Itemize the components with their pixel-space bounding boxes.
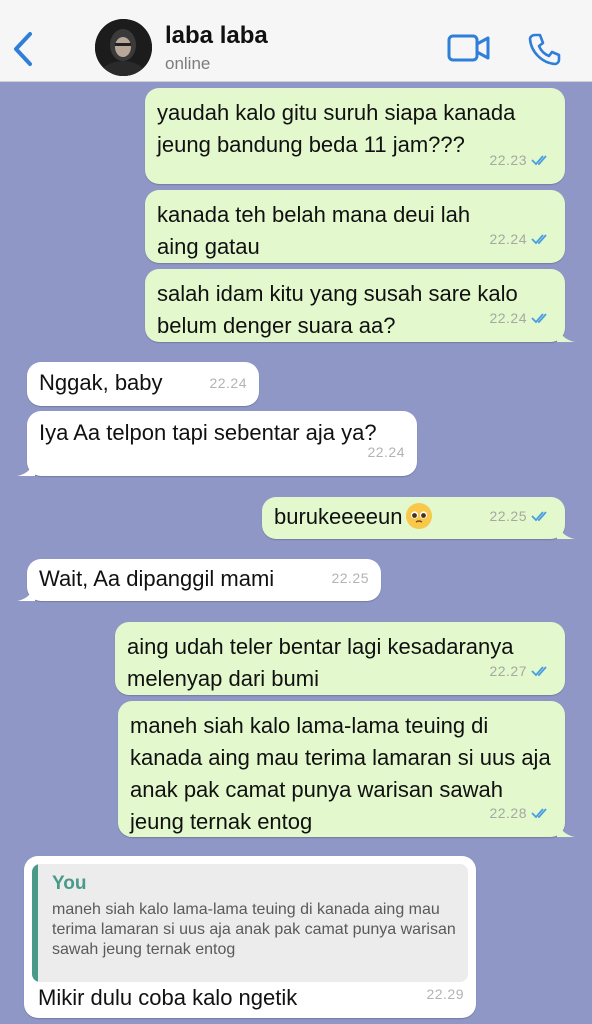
message-time: 22.28 [489, 805, 527, 821]
quote-text: maneh siah kalo lama-lama teuing di kana… [52, 901, 456, 958]
message-time: 22.24 [367, 444, 405, 460]
message-time: 22.29 [426, 986, 464, 1002]
phone-icon [528, 33, 561, 66]
message-meta: 22.24 [209, 367, 247, 399]
message-outgoing[interactable]: burukeeeeun 22.25 [262, 497, 575, 539]
message-time: 22.24 [209, 375, 247, 391]
bubble-tail [557, 521, 575, 539]
bubble-tail [557, 324, 575, 342]
chat-header: laba laba online [0, 0, 592, 82]
video-call-button[interactable] [447, 34, 491, 62]
message-outgoing[interactable]: yaudah kalo gitu suruh siapa kanada jeun… [145, 88, 565, 184]
video-camera-icon [447, 34, 490, 62]
double-check-icon [531, 808, 547, 819]
message-time: 22.23 [489, 152, 527, 168]
message-meta: 22.27 [489, 655, 551, 687]
double-check-icon [531, 666, 547, 677]
message-outgoing[interactable]: kanada teh belah mana deui lah aing gata… [145, 190, 565, 263]
voice-call-button[interactable] [527, 32, 561, 66]
avatar[interactable] [95, 19, 152, 76]
pleading-face-emoji [406, 503, 433, 529]
message-outgoing[interactable]: aing udah teler bentar lagi kesadaranya … [115, 622, 565, 695]
message-meta: 22.24 [489, 223, 551, 255]
message-time: 22.25 [489, 508, 527, 524]
back-button[interactable] [10, 30, 38, 68]
contact-name[interactable]: laba laba [165, 22, 268, 50]
message-meta: 22.25 [331, 562, 369, 594]
message-incoming-reply[interactable]: You maneh siah kalo lama-lama teuing di … [24, 856, 476, 1018]
message-meta: 22.29 [426, 978, 464, 1010]
message-time: 22.27 [489, 663, 527, 679]
message-meta: 22.28 [489, 797, 551, 829]
double-check-icon [531, 234, 547, 245]
bubble-tail [17, 458, 35, 476]
double-check-icon [531, 155, 547, 166]
message-incoming[interactable]: Wait, Aa dipanggil mami 22.25 [17, 559, 381, 601]
message-text: Mikir dulu coba kalo ngetik [38, 985, 298, 1010]
message-text: kanada teh belah mana deui lah aing gata… [157, 202, 471, 259]
quote-author: You [52, 873, 87, 894]
message-text: burukeeeeun [274, 504, 403, 529]
contact-status: online [165, 54, 211, 73]
message-outgoing[interactable]: salah idam kitu yang susah sare kalo bel… [145, 269, 575, 342]
double-check-icon [531, 313, 547, 324]
double-check-icon [531, 511, 547, 522]
quote-bar [32, 864, 38, 982]
message-incoming[interactable]: Iya Aa telpon tapi sebentar aja ya? 22.2… [17, 411, 417, 476]
avatar-image [95, 19, 152, 76]
message-time: 22.25 [331, 570, 369, 586]
message-text: Iya Aa telpon tapi sebentar aja ya? [39, 420, 377, 445]
chevron-left-icon [14, 32, 32, 66]
quoted-message[interactable]: You maneh siah kalo lama-lama teuing di … [32, 864, 468, 982]
message-outgoing[interactable]: maneh siah kalo lama-lama teuing di kana… [118, 701, 575, 837]
message-incoming[interactable]: Nggak, baby 22.24 [27, 362, 259, 406]
bubble-tail [557, 819, 575, 837]
message-time: 22.24 [489, 310, 527, 326]
message-meta: 22.25 [489, 500, 551, 532]
message-time: 22.24 [489, 231, 527, 247]
message-meta: 22.24 [367, 436, 405, 468]
message-meta: 22.24 [489, 302, 551, 334]
message-text: Wait, Aa dipanggil mami [39, 566, 275, 591]
message-meta: 22.23 [489, 144, 551, 176]
bubble-tail [17, 583, 35, 601]
